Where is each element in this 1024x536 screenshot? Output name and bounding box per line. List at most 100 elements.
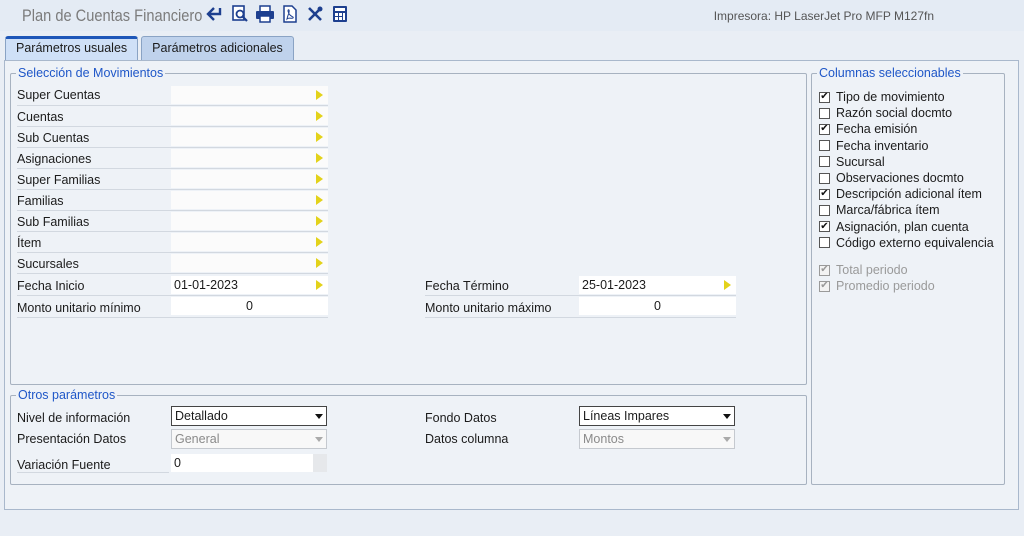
divider xyxy=(17,231,328,232)
column-option: ✔ Promedio periodo xyxy=(819,278,935,294)
title-bar: Plan de Cuentas Financiero Impresora: HP… xyxy=(0,0,1024,31)
super-familias-label: Super Familias xyxy=(17,173,101,187)
tab-parametros-usuales[interactable]: Parámetros usuales xyxy=(5,36,139,60)
item-arrow-icon[interactable] xyxy=(316,237,323,247)
divider xyxy=(17,105,328,106)
calculator-icon[interactable] xyxy=(330,4,350,24)
checkbox-checked[interactable]: ✔ xyxy=(819,91,830,103)
column-option-label: Marca/fábrica ítem xyxy=(836,203,940,218)
checkbox-unchecked[interactable] xyxy=(819,204,830,216)
variacion-label: Variación Fuente xyxy=(17,458,111,472)
app-title: Plan de Cuentas Financiero xyxy=(22,6,203,25)
chevron-down-icon[interactable] xyxy=(311,430,326,448)
presentacion-select[interactable]: General xyxy=(171,429,327,449)
back-arrow-icon[interactable] xyxy=(205,4,225,24)
chevron-down-icon[interactable] xyxy=(719,430,734,448)
monto-min-field[interactable]: 0 xyxy=(171,297,328,315)
column-option[interactable]: Sucursal xyxy=(819,154,885,170)
checkbox-checked: ✔ xyxy=(819,264,830,276)
sub-familias-arrow-icon[interactable] xyxy=(316,216,323,226)
super-cuentas-arrow-icon[interactable] xyxy=(316,90,323,100)
super-familias-arrow-icon[interactable] xyxy=(316,174,323,184)
tab-bar: Parámetros usuales Parámetros adicionale… xyxy=(5,36,294,60)
tab-parametros-adicionales[interactable]: Parámetros adicionales xyxy=(141,36,294,60)
sucursales-arrow-icon[interactable] xyxy=(316,258,323,268)
chevron-down-icon[interactable] xyxy=(719,407,734,425)
column-option[interactable]: ✔ Fecha emisión xyxy=(819,121,917,137)
super-cuentas-field[interactable] xyxy=(171,86,328,104)
preview-icon[interactable] xyxy=(230,4,250,24)
tools-icon[interactable] xyxy=(305,4,325,24)
checkbox-checked[interactable]: ✔ xyxy=(819,221,830,233)
movimientos-legend: Selección de Movimientos xyxy=(18,66,164,80)
nivel-value: Detallado xyxy=(175,409,228,423)
checkbox-checked[interactable]: ✔ xyxy=(819,123,830,135)
sucursales-label: Sucursales xyxy=(17,257,79,271)
sucursales-field[interactable] xyxy=(171,254,328,272)
cuentas-field[interactable] xyxy=(171,107,328,125)
column-option[interactable]: Razón social docmto xyxy=(819,105,952,121)
column-option[interactable]: ✔ Descripción adicional ítem xyxy=(819,186,982,202)
column-option-label: Asignación, plan cuenta xyxy=(836,219,969,234)
main-panel: Selección de Movimientos Super Cuentas C… xyxy=(4,60,1019,510)
column-option[interactable]: Código externo equivalencia xyxy=(819,235,994,251)
column-option-label: Promedio periodo xyxy=(836,279,935,294)
checkbox-unchecked[interactable] xyxy=(819,172,830,184)
column-option-label: Observaciones docmto xyxy=(836,171,964,185)
fondo-value: Líneas Impares xyxy=(583,409,670,423)
column-option[interactable]: Marca/fábrica ítem xyxy=(819,202,940,218)
fecha-termino-field[interactable]: 25-01-2023 xyxy=(579,276,736,294)
chevron-down-icon[interactable] xyxy=(311,407,326,425)
cuentas-arrow-icon[interactable] xyxy=(316,111,323,121)
printer-label: Impresora: HP LaserJet Pro MFP M127fn xyxy=(713,9,934,23)
nivel-select[interactable]: Detallado xyxy=(171,406,327,426)
divider xyxy=(425,295,736,296)
sub-familias-field[interactable] xyxy=(171,212,328,230)
fecha-inicio-field[interactable]: 01-01-2023 xyxy=(171,276,328,294)
checkbox-unchecked[interactable] xyxy=(819,140,830,152)
fecha-inicio-label: Fecha Inicio xyxy=(17,279,85,293)
fecha-termino-arrow-icon[interactable] xyxy=(724,280,731,290)
column-option[interactable]: Fecha inventario xyxy=(819,138,928,154)
variacion-field[interactable]: 0 xyxy=(171,454,327,472)
item-label: Ítem xyxy=(17,236,42,250)
datos-columna-select[interactable]: Montos xyxy=(579,429,735,449)
sub-familias-label: Sub Familias xyxy=(17,215,90,229)
column-option[interactable]: ✔ Tipo de movimiento xyxy=(819,89,945,105)
sub-cuentas-arrow-icon[interactable] xyxy=(316,132,323,142)
familias-field[interactable] xyxy=(171,191,328,209)
familias-label: Familias xyxy=(17,194,64,208)
monto-min-label: Monto unitario mínimo xyxy=(17,301,141,315)
checkbox-unchecked[interactable] xyxy=(819,107,830,119)
super-cuentas-label: Super Cuentas xyxy=(17,88,101,102)
divider xyxy=(17,126,328,127)
fondo-select[interactable]: Líneas Impares xyxy=(579,406,735,426)
toolbar xyxy=(205,4,350,24)
fecha-inicio-arrow-icon[interactable] xyxy=(316,280,323,290)
presentacion-value: General xyxy=(175,432,220,446)
asignaciones-arrow-icon[interactable] xyxy=(316,153,323,163)
column-option[interactable]: ✔ Asignación, plan cuenta xyxy=(819,219,969,235)
familias-arrow-icon[interactable] xyxy=(316,195,323,205)
sub-cuentas-field[interactable] xyxy=(171,128,328,146)
column-option[interactable]: Observaciones docmto xyxy=(819,170,964,186)
item-field[interactable] xyxy=(171,233,328,251)
nivel-label: Nivel de información xyxy=(17,411,131,425)
column-option-label: Descripción adicional ítem xyxy=(836,187,982,202)
datos-columna-label: Datos columna xyxy=(425,432,509,446)
column-option: ✔ Total periodo xyxy=(819,262,908,278)
checkbox-unchecked[interactable] xyxy=(819,156,830,168)
fecha-termino-label: Fecha Término xyxy=(425,279,509,293)
print-icon[interactable] xyxy=(255,4,275,24)
column-option-label: Tipo de movimiento xyxy=(836,90,945,104)
super-familias-field[interactable] xyxy=(171,170,328,188)
pdf-icon[interactable] xyxy=(280,4,300,24)
monto-max-field[interactable]: 0 xyxy=(579,297,736,315)
checkbox-unchecked[interactable] xyxy=(819,237,830,249)
divider xyxy=(17,273,328,274)
column-option-label: Código externo equivalencia xyxy=(836,235,994,250)
asignaciones-field[interactable] xyxy=(171,149,328,167)
checkbox-checked[interactable]: ✔ xyxy=(819,188,830,200)
divider xyxy=(17,189,328,190)
column-option-label: Sucursal xyxy=(836,154,885,169)
